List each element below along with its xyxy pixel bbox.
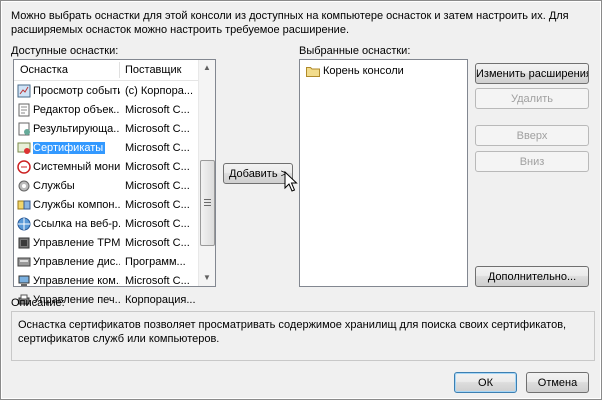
disk-management-icon [17, 257, 31, 267]
snapin-vendor: Microsoft C... [125, 275, 190, 287]
remove-button[interactable]: Удалить [475, 88, 589, 109]
available-snapins-list[interactable]: Оснастка Поставщик Просмотр событий (c) К… [13, 59, 216, 326]
folder-icon [306, 67, 320, 77]
list-item[interactable]: Службы компон... Microsoft C... [14, 196, 198, 215]
instructions-text: Можно выбрать оснастки для этой консоли … [11, 10, 569, 36]
computer-management-icon [18, 275, 30, 286]
column-header-snapin[interactable]: Оснастка [20, 64, 68, 76]
tree-item-console-root[interactable]: Корень консоли [300, 62, 465, 81]
snapin-name: Результирующа... [33, 123, 120, 135]
ok-button[interactable]: ОК [454, 372, 517, 393]
snapin-vendor: Microsoft C... [125, 218, 190, 230]
description-label: Описание: [11, 297, 65, 309]
event-viewer-icon [17, 84, 31, 98]
mouse-pointer-icon [284, 171, 298, 192]
list-item[interactable]: Управление дис... Программ... [14, 253, 198, 272]
description-box: Оснастка сертификатов позволяет просматр… [11, 311, 595, 361]
advanced-button[interactable]: Дополнительно... [475, 266, 589, 287]
snapin-vendor: (c) Корпора... [125, 85, 194, 97]
snapin-name: Службы [33, 180, 75, 192]
list-item[interactable]: Ссылка на веб-р... Microsoft C... [14, 215, 198, 234]
tree-item-label: Корень консоли [323, 65, 404, 77]
snapin-vendor: Microsoft C... [125, 123, 190, 135]
snapin-name: Управление ком... [33, 275, 120, 287]
add-remove-snapins-dialog: Можно выбрать оснастки для этой консоли … [0, 0, 602, 400]
list-item[interactable]: Результирующа... Microsoft C... [14, 120, 198, 139]
add-button[interactable]: Добавить > [223, 163, 293, 184]
tpm-icon [18, 237, 30, 249]
column-header-vendor[interactable]: Поставщик [125, 64, 181, 76]
list-item[interactable]: Службы Microsoft C... [14, 177, 198, 196]
snapin-vendor: Microsoft C... [125, 237, 190, 249]
scroll-up-arrow-icon[interactable]: ▲ [199, 60, 215, 76]
snapin-name: Службы компон... [33, 199, 120, 211]
certificates-icon [17, 142, 31, 154]
snapin-name: Сертификаты [33, 142, 106, 154]
list-item[interactable]: Управление ком... Microsoft C... [14, 272, 198, 291]
snapin-vendor: Корпорация... [125, 294, 196, 306]
move-up-button[interactable]: Вверх [475, 125, 589, 146]
snapin-vendor: Microsoft C... [125, 104, 190, 116]
list-header: Оснастка Поставщик [14, 60, 198, 81]
web-link-icon [17, 217, 31, 231]
snapin-name: Редактор объек... [33, 104, 120, 116]
resultant-policy-icon [18, 122, 30, 136]
system-monitor-icon [17, 160, 31, 174]
description-text: Оснастка сертификатов позволяет просматр… [18, 319, 567, 345]
component-services-icon [17, 200, 31, 210]
snapin-vendor: Microsoft C... [125, 180, 190, 192]
selected-snapins-label: Выбранные оснастки: [299, 45, 411, 57]
edit-extensions-button[interactable]: Изменить расширения... [475, 63, 589, 84]
scroll-down-arrow-icon[interactable]: ▼ [199, 270, 215, 286]
available-snapins-label: Доступные оснастки: [11, 45, 119, 57]
list-item[interactable]: Управление TPM Microsoft C... [14, 234, 198, 253]
column-separator [119, 62, 120, 78]
snapin-name: Системный мони... [33, 161, 120, 173]
snapin-name: Управление TPM [33, 237, 120, 249]
services-icon [18, 180, 30, 192]
snapin-vendor: Microsoft C... [125, 199, 190, 211]
snapin-vendor: Программ... [125, 256, 186, 268]
list-item[interactable]: Сертификаты Microsoft C... [14, 139, 198, 158]
snapin-name: Просмотр событий [33, 85, 120, 97]
list-item[interactable]: Просмотр событий (c) Корпора... [14, 82, 198, 101]
cancel-button[interactable]: Отмена [526, 372, 589, 393]
selected-snapins-list[interactable]: Корень консоли [299, 59, 468, 287]
snapin-vendor: Microsoft C... [125, 161, 190, 173]
snapin-name: Ссылка на веб-р... [33, 218, 120, 230]
snapin-vendor: Microsoft C... [125, 142, 190, 154]
object-editor-icon [18, 103, 30, 117]
snapin-name: Управление дис... [33, 256, 120, 268]
list-item[interactable]: Системный мони... Microsoft C... [14, 158, 198, 177]
scrollbar-thumb[interactable] [200, 160, 215, 246]
list-item[interactable]: Редактор объек... Microsoft C... [14, 101, 198, 120]
vertical-scrollbar[interactable]: ▲ ▼ [198, 60, 215, 286]
move-down-button[interactable]: Вниз [475, 151, 589, 172]
